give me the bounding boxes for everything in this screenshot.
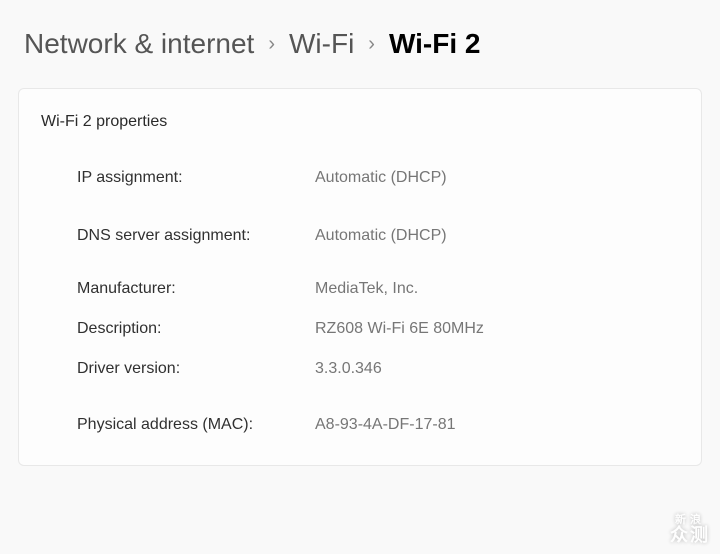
property-row-driver-version: Driver version: 3.3.0.346 [77,349,701,389]
chevron-right-icon: › [268,33,275,56]
property-value: 3.3.0.346 [315,360,382,378]
property-label: Physical address (MAC): [77,416,315,434]
property-label: IP assignment: [77,169,315,187]
property-label: DNS server assignment: [77,227,315,245]
property-value: Automatic (DHCP) [315,169,447,187]
property-row-manufacturer: Manufacturer: MediaTek, Inc. [77,269,701,309]
property-row-ip-assignment: IP assignment: Automatic (DHCP) [77,153,701,203]
property-value: RZ608 Wi-Fi 6E 80MHz [315,320,484,338]
properties-list: IP assignment: Automatic (DHCP) DNS serv… [19,153,701,445]
property-row-description: Description: RZ608 Wi-Fi 6E 80MHz [77,309,701,349]
property-label: Driver version: [77,360,315,378]
card-title: Wi-Fi 2 properties [19,89,701,153]
watermark: 新浪 众测 [670,514,710,546]
breadcrumb-wifi2: Wi-Fi 2 [389,28,481,60]
property-value: A8-93-4A-DF-17-81 [315,416,456,434]
breadcrumb: Network & internet › Wi-Fi › Wi-Fi 2 [0,0,720,80]
chevron-right-icon: › [368,33,375,56]
property-label: Description: [77,320,315,338]
wifi2-properties-card: Wi-Fi 2 properties IP assignment: Automa… [18,88,702,466]
property-value: MediaTek, Inc. [315,280,418,298]
property-row-dns-assignment: DNS server assignment: Automatic (DHCP) [77,211,701,261]
breadcrumb-network-internet[interactable]: Network & internet [24,28,254,60]
property-row-physical-address: Physical address (MAC): A8-93-4A-DF-17-8… [77,405,701,445]
breadcrumb-wifi[interactable]: Wi-Fi [289,28,354,60]
property-label: Manufacturer: [77,280,315,298]
property-value: Automatic (DHCP) [315,227,447,245]
